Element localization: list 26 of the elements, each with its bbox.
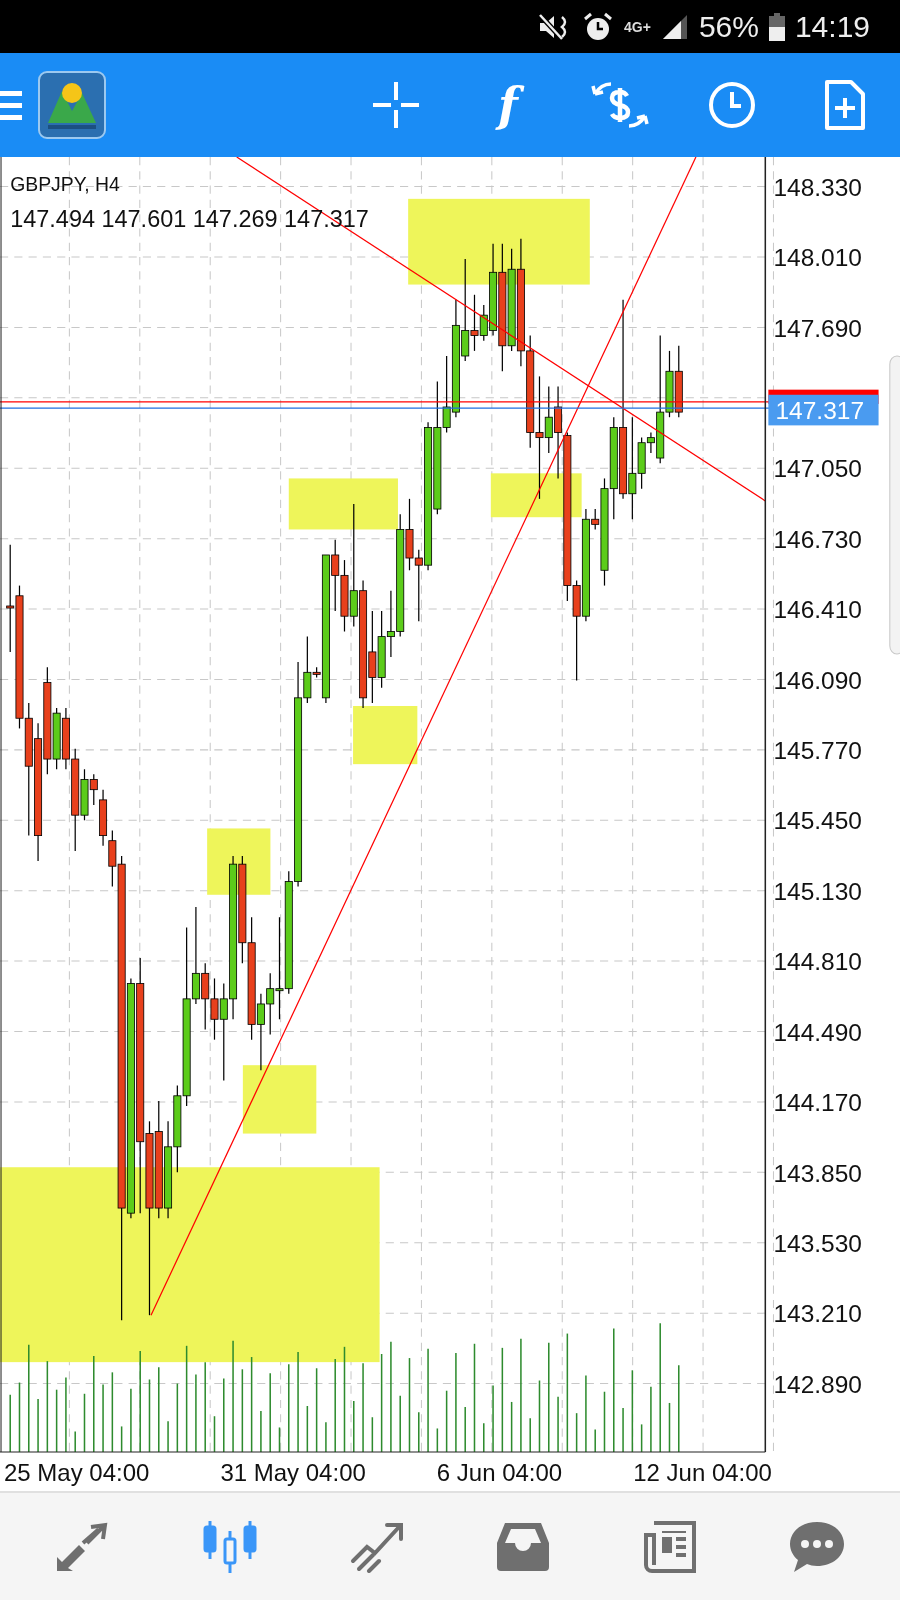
price-tick: 145.130 xyxy=(773,877,862,905)
battery-percent: 56% xyxy=(698,9,759,44)
clock: 14:19 xyxy=(794,9,870,44)
price-tick: 146.410 xyxy=(773,596,862,624)
time-label: 25 May 04:00 xyxy=(4,1459,150,1487)
price-tick: 147.690 xyxy=(773,314,862,342)
price-tick: 143.850 xyxy=(773,1159,862,1187)
time-label: 31 May 04:00 xyxy=(220,1459,366,1487)
price-tick: 143.210 xyxy=(773,1300,862,1328)
price-tick: 148.010 xyxy=(773,244,862,272)
price-tick: 144.810 xyxy=(773,948,862,976)
price-tick: 146.090 xyxy=(773,666,862,694)
price-tick: 143.530 xyxy=(773,1229,862,1257)
price-tick: 145.770 xyxy=(773,737,862,765)
price-tick: 144.170 xyxy=(773,1089,862,1117)
price-tick: 144.490 xyxy=(773,1018,862,1046)
price-tick: 142.890 xyxy=(773,1370,862,1398)
time-label: 6 Jun 04:00 xyxy=(436,1459,563,1487)
price-tick: 148.330 xyxy=(773,173,862,201)
price-tick: 146.730 xyxy=(773,525,862,553)
network-type: 4G+ xyxy=(624,19,651,34)
current-price-tag: 147.317 xyxy=(768,394,879,426)
price-tick: 147.050 xyxy=(773,455,862,483)
time-label: 12 Jun 04:00 xyxy=(633,1459,772,1487)
price-tick: 145.450 xyxy=(773,807,862,835)
symbol-label: GBPJPY, H4 xyxy=(10,172,120,195)
